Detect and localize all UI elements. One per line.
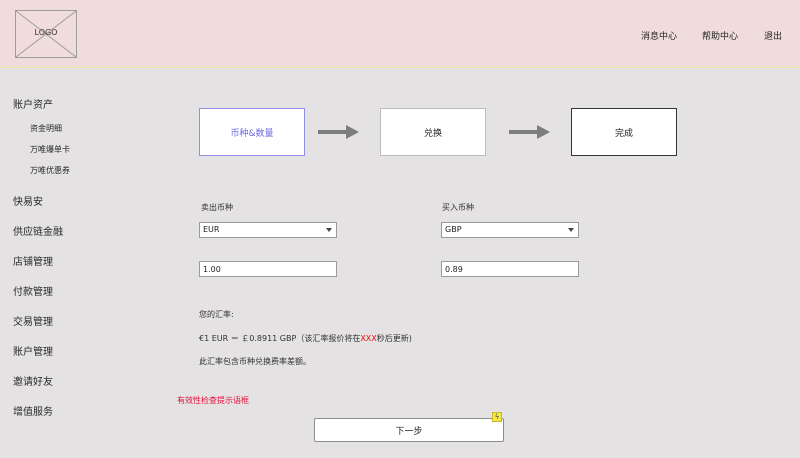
rate-title: 您的汇率:: [199, 310, 234, 319]
logout-link[interactable]: 退出: [764, 29, 782, 42]
sell-currency-label: 卖出币种: [201, 203, 233, 212]
sidebar-subitem-fund-details[interactable]: 资金明细: [30, 123, 62, 134]
buy-currency-value: GBP: [445, 225, 462, 234]
sidebar-item-account-management[interactable]: 账户管理: [13, 343, 53, 358]
header: LOGO 消息中心 帮助中心 退出: [0, 0, 800, 68]
sidebar-item-supply-chain-finance[interactable]: 供应链金融: [13, 223, 63, 238]
sidebar-item-account-assets[interactable]: 账户资产: [13, 96, 53, 111]
sidebar-item-payment-management[interactable]: 付款管理: [13, 283, 53, 298]
arrow-right-icon: [318, 125, 359, 139]
validation-hint: 有效性检查提示语框: [177, 396, 249, 405]
next-step-button[interactable]: 下一步: [314, 418, 504, 442]
sidebar-item-store-management[interactable]: 店铺管理: [13, 253, 53, 268]
sidebar-item-kuaiyian[interactable]: 快易安: [13, 193, 43, 208]
logo[interactable]: LOGO: [15, 10, 77, 58]
step-exchange: 兑换: [380, 108, 486, 156]
rate-line-prefix: €1 EUR ＝ ￡0.8911 GBP（该汇率报价将在: [199, 334, 361, 343]
sidebar-subitem-coupons[interactable]: 万唯优惠券: [30, 165, 70, 176]
step-complete: 完成: [571, 108, 677, 156]
sidebar-item-invite-friends[interactable]: 邀请好友: [13, 373, 53, 388]
lightning-icon: ϟ: [492, 412, 502, 422]
buy-currency-label: 买入币种: [442, 203, 474, 212]
rate-line: €1 EUR ＝ ￡0.8911 GBP（该汇率报价将在XXX秒后更新): [199, 333, 412, 344]
buy-amount-input[interactable]: [441, 261, 579, 277]
rate-countdown: XXX: [360, 334, 377, 343]
rate-line-suffix: 秒后更新): [376, 334, 412, 343]
logo-text: LOGO: [34, 28, 58, 37]
sell-amount-input[interactable]: [199, 261, 337, 277]
step-currency-amount: 币种&数量: [199, 108, 305, 156]
sell-currency-value: EUR: [203, 225, 220, 234]
buy-currency-select[interactable]: GBP: [441, 222, 579, 238]
sidebar-item-value-added-services[interactable]: 增值服务: [13, 403, 53, 418]
sidebar-subitem-boom-card[interactable]: 万唯爆单卡: [30, 144, 70, 155]
message-center-link[interactable]: 消息中心: [641, 29, 677, 42]
sidebar-item-trade-management[interactable]: 交易管理: [13, 313, 53, 328]
rate-note: 此汇率包含币种兑换费率差额。: [199, 357, 311, 366]
chevron-down-icon: [326, 228, 332, 232]
help-center-link[interactable]: 帮助中心: [702, 29, 738, 42]
chevron-down-icon: [568, 228, 574, 232]
sell-currency-select[interactable]: EUR: [199, 222, 337, 238]
arrow-right-icon: [509, 125, 550, 139]
